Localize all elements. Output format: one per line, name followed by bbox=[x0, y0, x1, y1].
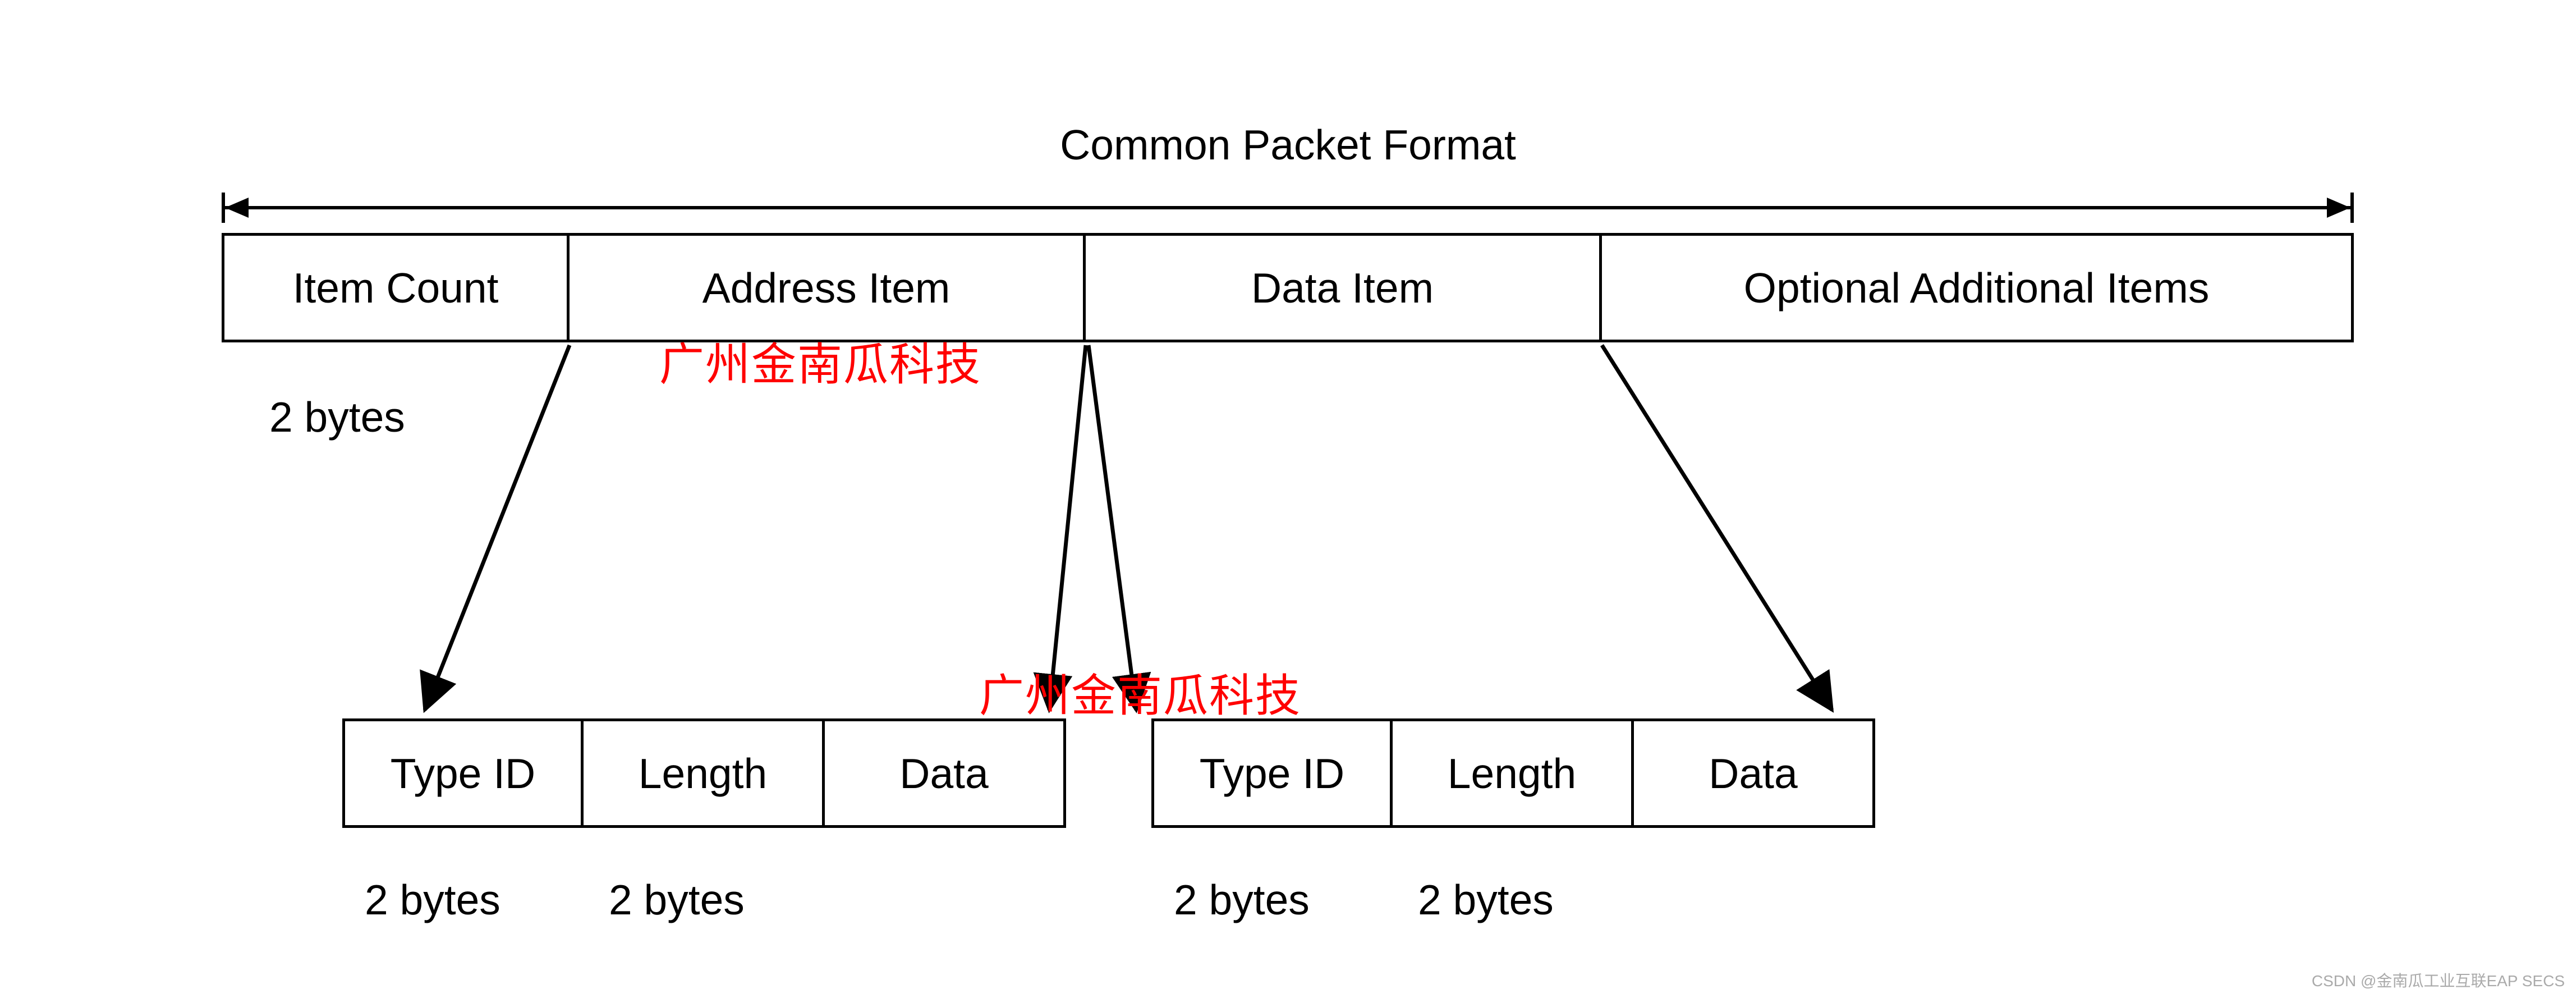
footer-attribution: CSDN @金南瓜工业互联EAP SECS bbox=[2312, 969, 2565, 991]
watermark-2: 广州金南瓜科技 bbox=[979, 660, 1301, 725]
connector-arrows bbox=[0, 0, 2576, 998]
watermark-1: 广州金南瓜科技 bbox=[659, 328, 981, 393]
